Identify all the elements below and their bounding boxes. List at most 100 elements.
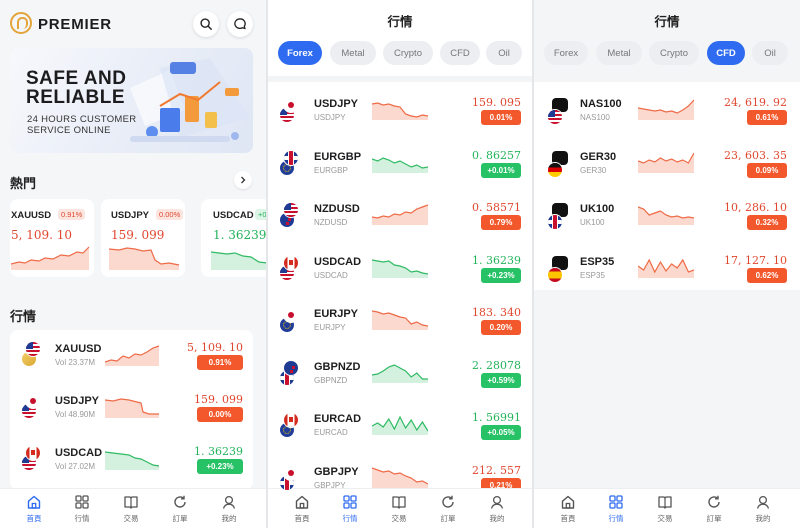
tab-crypto[interactable]: Crypto: [649, 41, 699, 65]
list-item-price: 2. 28078: [472, 358, 521, 372]
app-root: PREMIER SAFE AND RELIABLE 24 HOURS CUSTO…: [0, 0, 800, 528]
currency-pair-flag-icon: [280, 255, 306, 282]
tab-metal[interactable]: Metal: [596, 41, 642, 65]
list-item[interactable]: NZDUSD NZDUSD 0. 58571 0.79%: [268, 191, 532, 243]
list-item-symbol: UK100: [580, 203, 615, 215]
nav-home[interactable]: 首頁: [14, 494, 54, 524]
list-item-subtitle: GBPNZD: [314, 375, 348, 385]
nav-home[interactable]: 首頁: [282, 494, 322, 524]
book-icon: [392, 496, 406, 509]
nav-market[interactable]: 行情: [62, 494, 102, 524]
hot-card-usdjpy[interactable]: USDJPY 0.00% 159. 099: [101, 199, 185, 277]
tab-oil[interactable]: Oil: [752, 41, 788, 65]
list-item-symbol: XAUUSD: [55, 343, 102, 355]
index-flag-icon: [546, 98, 572, 124]
nav-profile[interactable]: 我的: [743, 494, 783, 524]
home-screen: PREMIER SAFE AND RELIABLE 24 HOURS CUSTO…: [0, 0, 266, 528]
nav-market[interactable]: 行情: [596, 494, 636, 524]
search-button[interactable]: [193, 11, 219, 37]
message-button[interactable]: [227, 11, 253, 37]
list-item-volume: Vol 48.90M: [55, 410, 96, 419]
list-item-volume: Vol 27.02M: [55, 462, 96, 471]
list-item-symbol: USDJPY: [55, 395, 100, 407]
nav-orders[interactable]: 訂單: [160, 494, 200, 524]
list-item[interactable]: USDCAD USDCAD 1. 36239 +0.23%: [268, 244, 532, 296]
user-icon: [756, 495, 770, 509]
tab-cfd[interactable]: CFD: [707, 41, 745, 65]
cfd-market-screen: 行情 Forex Metal Crypto CFD Oil NAS100 NAS1…: [534, 0, 800, 528]
currency-pair-flag-icon: [280, 308, 306, 334]
list-item-subtitle: NAS100: [580, 113, 610, 122]
list-item[interactable]: USDJPY Vol 48.90M 159. 099 0.00%: [10, 382, 253, 434]
tab-cfd[interactable]: CFD: [440, 41, 480, 65]
sparkline-icon: [372, 204, 428, 225]
promo-banner[interactable]: SAFE AND RELIABLE 24 HOURS CUSTOMER SERV…: [10, 48, 253, 153]
tab-oil[interactable]: Oil: [486, 41, 522, 65]
list-item-price: 159. 099: [194, 393, 243, 406]
nav-orders[interactable]: 訂單: [694, 494, 734, 524]
list-item[interactable]: UK100 UK100 10, 286. 10 0.32%: [534, 191, 798, 243]
tab-crypto[interactable]: Crypto: [383, 41, 433, 65]
nav-market[interactable]: 行情: [330, 494, 370, 524]
chevron-right-icon: [241, 176, 246, 184]
change-badge: +0.23%: [481, 267, 521, 283]
grid-icon: [609, 495, 623, 509]
nav-trade[interactable]: 交易: [379, 494, 419, 524]
home-icon: [295, 495, 309, 509]
list-item[interactable]: USDJPY USDJPY 159. 095 0.01%: [268, 86, 532, 138]
list-item-symbol: GBPJPY: [314, 465, 359, 478]
sparkline-icon: [372, 258, 428, 278]
refresh-icon: [708, 495, 720, 508]
nav-profile[interactable]: 我的: [477, 494, 517, 524]
tab-metal[interactable]: Metal: [330, 41, 376, 65]
sparkline-icon: [638, 206, 694, 225]
list-item-subtitle: EURGBP: [314, 165, 348, 175]
nav-trade[interactable]: 交易: [111, 494, 151, 524]
tab-forex[interactable]: Forex: [544, 41, 588, 65]
list-item[interactable]: GBPNZD GBPNZD 2. 28078 +0.59%: [268, 349, 532, 401]
list-item-price: 1. 36239: [194, 445, 243, 458]
hot-card-pct: +0: [255, 209, 266, 220]
list-item[interactable]: XAUUSD Vol 23.37M 5, 109. 10 0.91%: [10, 330, 253, 382]
list-item[interactable]: ESP35 ESP35 17, 127. 10 0.62%: [534, 244, 798, 296]
sparkline-icon: [372, 415, 428, 435]
list-item[interactable]: USDCAD Vol 27.02M 1. 36239 +0.23%: [10, 434, 253, 486]
nav-orders[interactable]: 訂單: [428, 494, 468, 524]
list-item-subtitle: UK100: [580, 218, 605, 227]
hot-card-usdcad[interactable]: USDCAD +0 1. 36239: [201, 199, 266, 277]
sparkline-icon: [11, 246, 90, 270]
bottom-nav: 首頁 行情 交易 訂單 我的: [268, 488, 532, 528]
usd-jpy-flag-icon: [22, 394, 48, 420]
sparkline-icon: [372, 363, 428, 383]
list-item[interactable]: EURJPY EURJPY 183. 340 0.20%: [268, 296, 532, 348]
change-badge: +0.59%: [481, 372, 521, 388]
list-item[interactable]: GER30 GER30 23, 603. 35 0.09%: [534, 139, 798, 191]
nav-label: 我的: [755, 514, 771, 523]
list-item-price: 0. 86257: [472, 148, 521, 162]
forex-market-screen: 行情 Forex Metal Crypto CFD Oil USDJPY USDJ…: [268, 0, 532, 528]
usd-cad-flag-icon: [22, 446, 48, 472]
list-item[interactable]: EURGBP EURGBP 0. 86257 +0.01%: [268, 139, 532, 191]
list-item-symbol: NAS100: [580, 98, 622, 110]
list-item-symbol: EURGBP: [314, 150, 362, 163]
list-item[interactable]: EURCAD EURCAD 1. 56991 +0.05%: [268, 401, 532, 453]
nav-home[interactable]: 首頁: [548, 494, 588, 524]
hot-section-title: 熱門: [10, 176, 37, 191]
list-item[interactable]: NAS100 NAS100 24, 619. 92 0.61%: [534, 86, 798, 138]
nav-label: 訂單: [706, 514, 722, 523]
hot-card-price: 1. 36239: [213, 228, 266, 242]
sparkline-icon: [109, 247, 180, 270]
hot-card-xauusd[interactable]: XAUUSD 0.91% 5, 109. 10: [10, 199, 94, 277]
page-title: 行情: [387, 15, 413, 29]
brand-name: PREMIER: [38, 16, 112, 33]
banner-headline-2: RELIABLE: [26, 87, 125, 108]
list-item-price: 1. 36239: [472, 253, 521, 267]
change-badge: 0.79%: [481, 215, 521, 230]
hot-more-button[interactable]: [234, 171, 252, 189]
list-item-symbol: NZDUSD: [314, 203, 360, 215]
change-badge: 0.00%: [197, 407, 243, 422]
tab-forex[interactable]: Forex: [278, 41, 322, 65]
nav-profile[interactable]: 我的: [209, 494, 249, 524]
nav-trade[interactable]: 交易: [645, 494, 685, 524]
home-header: PREMIER: [0, 0, 266, 46]
